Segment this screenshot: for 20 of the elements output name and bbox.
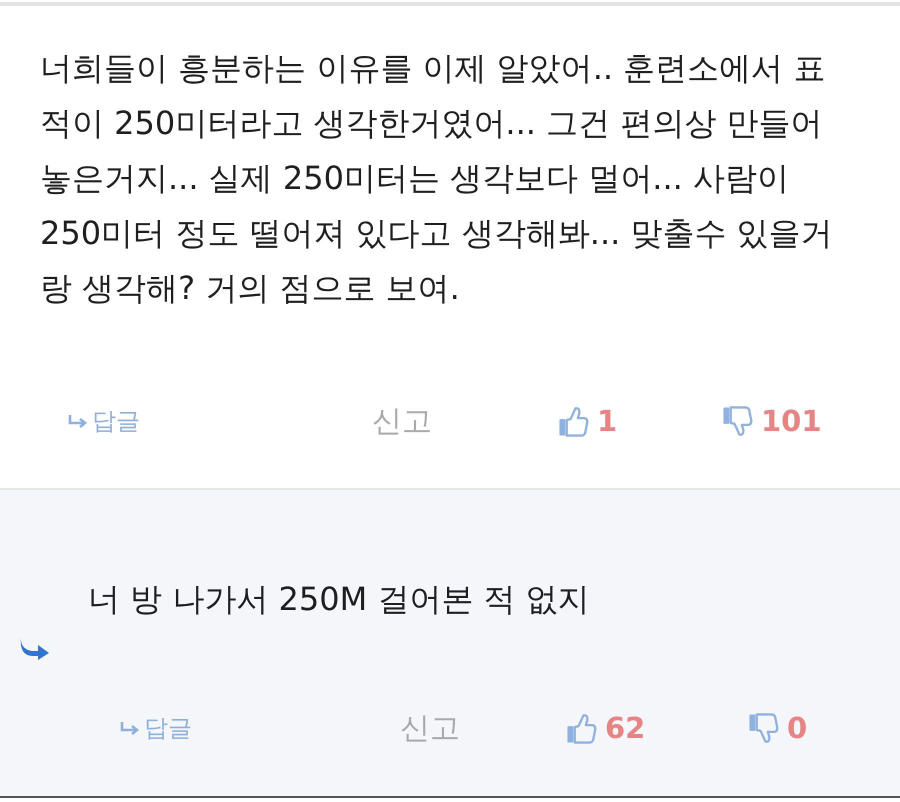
reply-button[interactable]: 답글	[120, 712, 192, 744]
dislike-button[interactable]: 101	[722, 404, 822, 438]
like-button[interactable]: 62	[566, 711, 646, 745]
thumbs-up-icon	[566, 712, 597, 744]
reply-arrow-icon	[120, 721, 142, 735]
reply-button[interactable]: 답글	[68, 405, 140, 437]
dislike-count: 0	[787, 711, 808, 745]
comment-text: 너희들이 흥분하는 이유를 이제 알았어.. 훈련소에서 표적이 250미터라고 생각한거였어... 그건 편의상 만들어 놓은거지... 실제 250미터는 생각보다 멀어... 사람이 250미터 정도 떨어져 있다고 생각해봐... 맞출수 있을거랑 생각해? 거의 점으로 보여.	[40, 48, 834, 309]
reply-arrow-icon	[68, 414, 90, 428]
like-button[interactable]: 1	[558, 404, 618, 438]
dislike-count: 101	[761, 404, 822, 438]
thumbs-down-icon	[722, 404, 753, 438]
dislike-button[interactable]: 0	[748, 711, 808, 745]
thumbs-down-icon	[748, 712, 779, 744]
thumbs-up-icon	[558, 404, 589, 438]
like-count: 1	[597, 404, 618, 438]
like-count: 62	[605, 711, 646, 745]
report-button[interactable]: 신고	[372, 400, 432, 442]
report-button[interactable]: 신고	[400, 708, 460, 748]
reply-text: 너 방 나가서 250M 걸어본 적 없지	[88, 579, 590, 620]
